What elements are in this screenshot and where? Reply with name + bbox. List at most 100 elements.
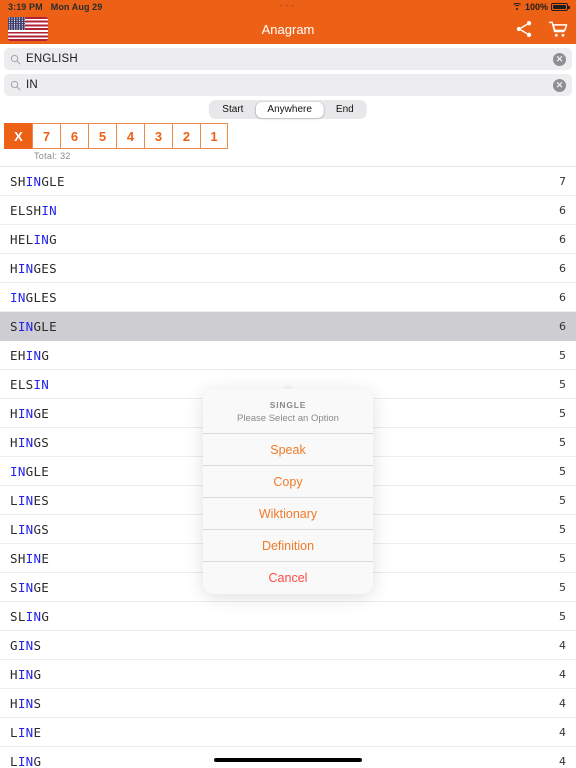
table-row[interactable]: SHINGLE 7: [0, 167, 576, 196]
match-mode-row: Start Anywhere End: [4, 100, 572, 120]
wifi-icon: [511, 3, 522, 11]
clear-icon[interactable]: ✕: [553, 78, 566, 92]
result-score: 5: [559, 522, 566, 536]
result-word: HELING: [10, 231, 57, 247]
length-filter-1[interactable]: 1: [200, 123, 228, 149]
result-score: 7: [559, 174, 566, 188]
result-score: 5: [559, 609, 566, 623]
word-action-popover: SINGLE Please Select an Option Speak Cop…: [203, 389, 373, 594]
result-word: SHINE: [10, 550, 50, 566]
result-score: 6: [559, 232, 566, 246]
table-row[interactable]: INGLES 6: [0, 283, 576, 312]
tab-end[interactable]: End: [324, 102, 366, 118]
result-word: HINGE: [10, 405, 50, 421]
table-row[interactable]: SINGLE 6: [0, 312, 576, 341]
shopping-cart-icon[interactable]: [548, 19, 568, 39]
result-score: 6: [559, 203, 566, 217]
result-score: 5: [559, 377, 566, 391]
result-word: INGLE: [10, 463, 50, 479]
result-score: 5: [559, 493, 566, 507]
home-indicator[interactable]: [214, 758, 362, 762]
search-input-language[interactable]: ENGLISH: [26, 53, 78, 65]
search-field-letters[interactable]: IN ✕: [4, 74, 572, 96]
nav-actions: [514, 19, 568, 39]
popover-option-speak[interactable]: Speak: [203, 434, 373, 466]
status-date: Mon Aug 29: [50, 2, 103, 12]
result-score: 6: [559, 319, 566, 333]
result-score: 6: [559, 261, 566, 275]
result-word: SINGE: [10, 579, 50, 595]
result-score: 5: [559, 406, 566, 420]
result-score: 4: [559, 725, 566, 739]
search-icon: [10, 80, 21, 90]
search-section: ENGLISH ✕ IN ✕ Start Anywhere End X 7 6 …: [0, 44, 576, 166]
result-word: HINGS: [10, 434, 50, 450]
result-word: EHING: [10, 347, 50, 363]
result-score: 5: [559, 464, 566, 478]
result-word: HING: [10, 666, 42, 682]
length-filter-3[interactable]: 3: [144, 123, 172, 149]
length-filter-5[interactable]: 5: [88, 123, 116, 149]
result-score: 5: [559, 580, 566, 594]
result-score: 4: [559, 696, 566, 710]
status-center-dots: •••: [279, 1, 297, 12]
result-score: 5: [559, 551, 566, 565]
table-row[interactable]: HINS 4: [0, 689, 576, 718]
length-filter-7[interactable]: 7: [32, 123, 60, 149]
result-word: LINGS: [10, 521, 50, 537]
result-score: 4: [559, 638, 566, 652]
result-word: LINES: [10, 492, 50, 508]
length-filter-2[interactable]: 2: [172, 123, 200, 149]
table-row[interactable]: GINS 4: [0, 631, 576, 660]
total-label: Total:: [34, 151, 58, 161]
result-word: ELSHIN: [10, 202, 57, 218]
total-count: Total: 32: [4, 149, 572, 164]
battery-full-icon: [551, 3, 570, 11]
popover-option-definition[interactable]: Definition: [203, 530, 373, 562]
table-row[interactable]: HELING 6: [0, 225, 576, 254]
popover-subtitle: Please Select an Option: [237, 413, 339, 424]
search-input-letters[interactable]: IN: [26, 79, 38, 91]
tab-start[interactable]: Start: [210, 102, 255, 118]
result-word: LINE: [10, 724, 42, 740]
popover-title: SINGLE: [269, 400, 307, 410]
result-word: SINGLE: [10, 318, 57, 334]
search-icon: [10, 54, 21, 64]
search-field-language[interactable]: ENGLISH ✕: [4, 48, 572, 70]
popover-option-copy[interactable]: Copy: [203, 466, 373, 498]
result-word: ELSIN: [10, 376, 50, 392]
table-row[interactable]: ELSHIN 6: [0, 196, 576, 225]
table-row[interactable]: EHING 5: [0, 341, 576, 370]
total-value: 32: [60, 151, 71, 161]
result-word: GINS: [10, 637, 42, 653]
result-word: HINS: [10, 695, 42, 711]
result-score: 6: [559, 290, 566, 304]
result-score: 4: [559, 754, 566, 768]
popover-header: SINGLE Please Select an Option: [203, 389, 373, 434]
table-row[interactable]: LINE 4: [0, 718, 576, 747]
length-filter-x[interactable]: X: [4, 123, 32, 149]
us-flag-icon[interactable]: [8, 17, 48, 41]
result-word: HINGES: [10, 260, 57, 276]
result-word: INGLES: [10, 289, 57, 305]
clear-icon[interactable]: ✕: [553, 52, 566, 66]
length-filter-4[interactable]: 4: [116, 123, 144, 149]
result-word: LING: [10, 753, 42, 768]
status-bar-right: 100%: [511, 2, 570, 12]
anagram-app: 3:19 PM Mon Aug 29 ••• 100% Anagram ENGL…: [0, 0, 576, 768]
share-icon[interactable]: [514, 19, 534, 39]
nav-bar: Anagram: [0, 14, 576, 44]
result-score: 5: [559, 435, 566, 449]
tab-anywhere[interactable]: Anywhere: [255, 101, 324, 118]
table-row[interactable]: HINGES 6: [0, 254, 576, 283]
table-row[interactable]: SLING 5: [0, 602, 576, 631]
table-row[interactable]: HING 4: [0, 660, 576, 689]
popover-option-cancel[interactable]: Cancel: [203, 562, 373, 594]
result-word: SHINGLE: [10, 173, 65, 189]
match-mode-segmented-control[interactable]: Start Anywhere End: [208, 100, 368, 119]
length-filter-6[interactable]: 6: [60, 123, 88, 149]
popover-option-wiktionary[interactable]: Wiktionary: [203, 498, 373, 530]
result-score: 5: [559, 348, 566, 362]
status-bar-left: 3:19 PM Mon Aug 29: [8, 2, 102, 12]
result-word: SLING: [10, 608, 50, 624]
